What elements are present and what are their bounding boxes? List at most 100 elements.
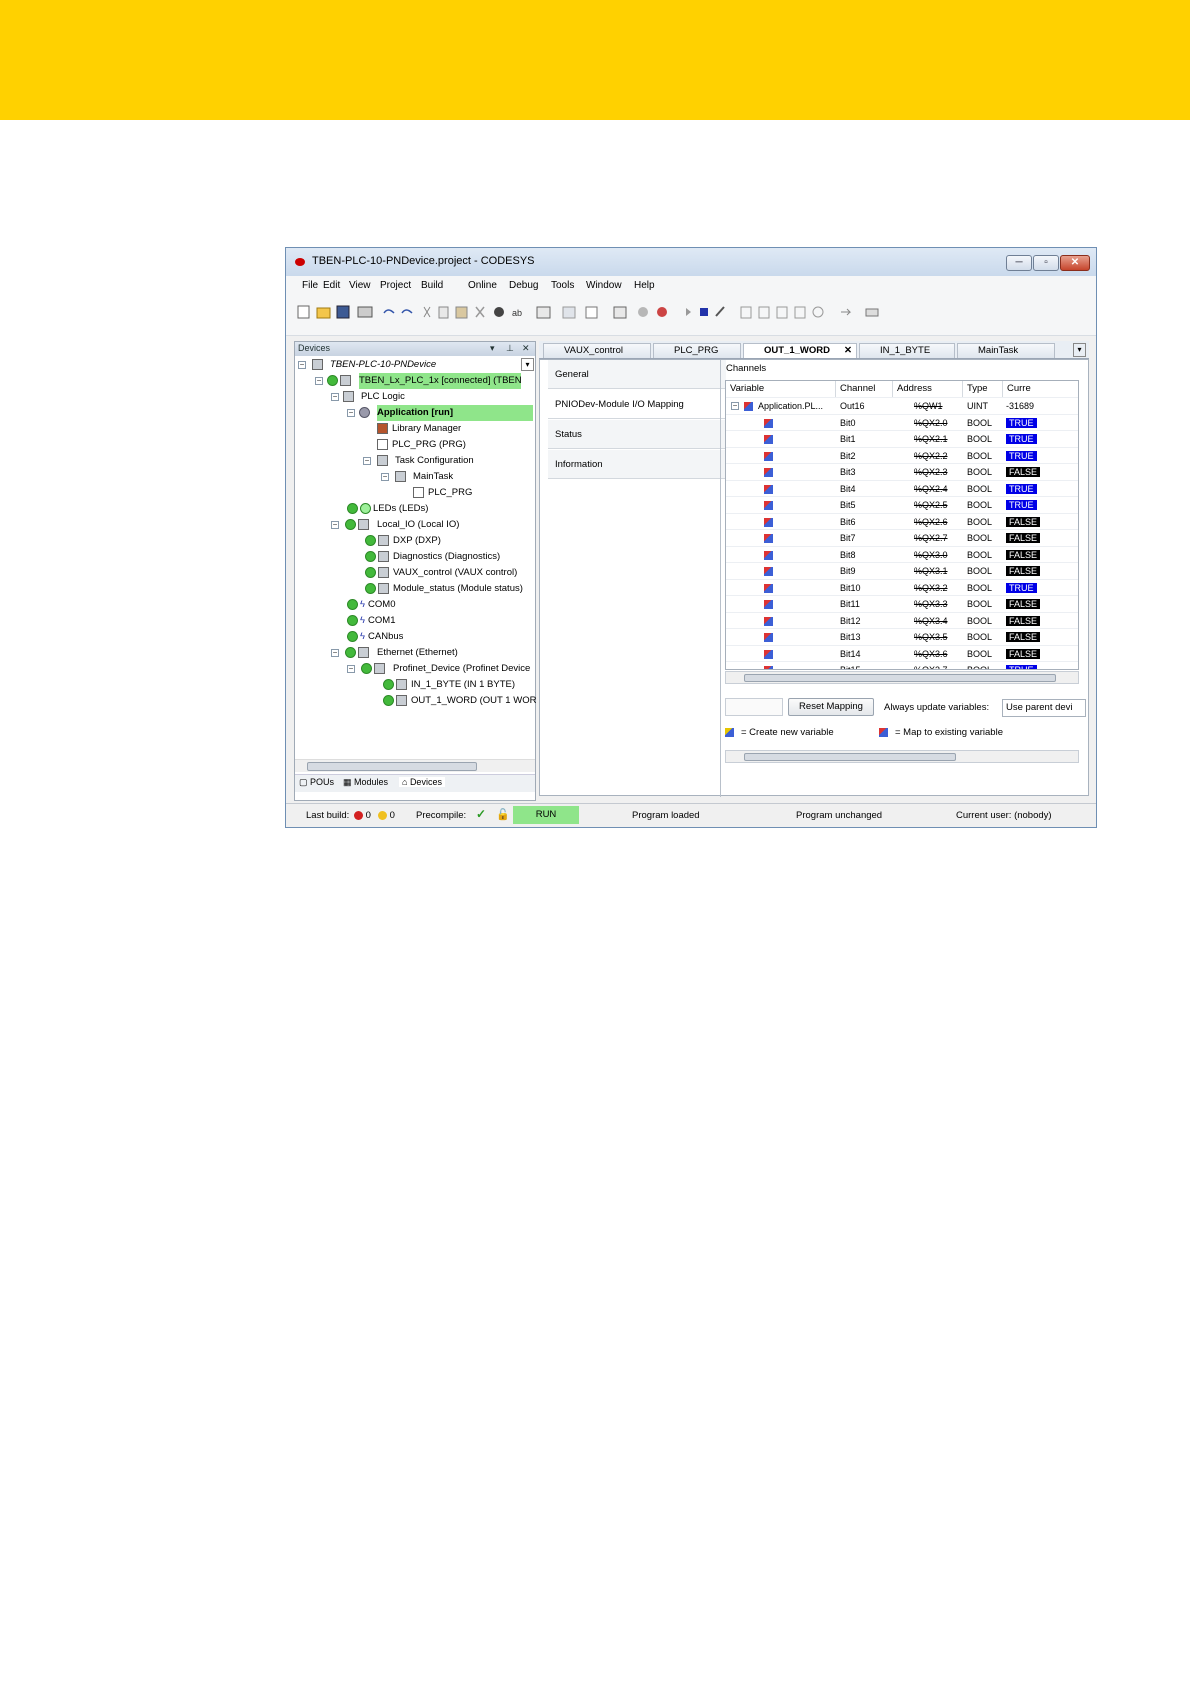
- current-value-cell[interactable]: FALSE: [1006, 464, 1041, 480]
- menu-online[interactable]: Online: [468, 280, 497, 291]
- current-value-cell[interactable]: FALSE: [1006, 613, 1041, 629]
- side-tab-io-mapping[interactable]: PNIODev-Module I/O Mapping: [548, 390, 726, 419]
- variable-cell[interactable]: Application.PL...: [758, 398, 823, 414]
- menu-debug[interactable]: Debug: [509, 280, 538, 291]
- tree-item-vaux-control[interactable]: VAUX_control (VAUX control): [365, 565, 517, 581]
- col-header-channel[interactable]: Channel: [836, 381, 893, 397]
- tab-in-1-byte[interactable]: IN_1_BYTE: [859, 343, 955, 358]
- current-value-cell[interactable]: TRUE: [1006, 497, 1037, 513]
- menu-file[interactable]: File: [302, 280, 318, 291]
- table-row[interactable]: Bit4 %QX2.4 BOOL TRUE: [726, 479, 1078, 497]
- tree-item-maintask-plc-prg[interactable]: PLC_PRG: [413, 485, 472, 501]
- tree-item-dxp[interactable]: DXP (DXP): [365, 533, 441, 549]
- map-variable-icon[interactable]: [764, 547, 773, 563]
- collapse-icon[interactable]: −: [731, 402, 739, 410]
- table-row[interactable]: Bit11 %QX3.3 BOOL FALSE: [726, 595, 1078, 612]
- reset-mapping-button[interactable]: Reset Mapping: [788, 698, 874, 716]
- tab-maintask[interactable]: MainTask: [957, 343, 1055, 358]
- tab-list-dropdown-icon[interactable]: ▾: [1073, 343, 1086, 357]
- current-value-cell[interactable]: TRUE: [1006, 481, 1037, 497]
- map-variable-icon[interactable]: [764, 481, 773, 497]
- scrollbar-thumb[interactable]: [744, 674, 1056, 682]
- menu-tools[interactable]: Tools: [551, 280, 574, 291]
- menu-project[interactable]: Project: [380, 280, 411, 291]
- map-variable-icon[interactable]: [764, 448, 773, 464]
- table-row[interactable]: Bit13 %QX3.5 BOOL FALSE: [726, 628, 1078, 645]
- col-header-address[interactable]: Address: [893, 381, 963, 397]
- menu-build[interactable]: Build: [421, 280, 443, 291]
- side-tab-status[interactable]: Status: [548, 420, 726, 449]
- map-variable-icon[interactable]: [764, 563, 773, 579]
- side-tab-information[interactable]: Information: [548, 450, 726, 479]
- tree-item-module-status[interactable]: Module_status (Module status): [365, 581, 523, 597]
- current-value-cell[interactable]: TRUE: [1006, 448, 1037, 464]
- current-value-cell[interactable]: TRUE: [1006, 580, 1037, 596]
- current-value-cell[interactable]: FALSE: [1006, 646, 1041, 662]
- map-variable-icon[interactable]: [764, 613, 773, 629]
- map-variable-icon[interactable]: [764, 629, 773, 645]
- map-variable-icon[interactable]: [764, 464, 773, 480]
- menu-view[interactable]: View: [349, 280, 371, 291]
- tree-item-leds[interactable]: LEDs (LEDs): [347, 501, 428, 517]
- lock-icon[interactable]: 🔓: [496, 808, 510, 821]
- tree-item-out-1-word[interactable]: OUT_1_WORD (OUT 1 WOR: [383, 693, 536, 709]
- map-variable-icon[interactable]: [764, 431, 773, 447]
- tree-item-com0[interactable]: ϟ COM0: [347, 597, 395, 613]
- map-variable-icon[interactable]: [764, 596, 773, 612]
- tree-item-com1[interactable]: ϟ COM1: [347, 613, 395, 629]
- current-value-cell[interactable]: TRUE: [1006, 415, 1037, 431]
- menu-edit[interactable]: Edit: [323, 280, 340, 291]
- tree-item-library-manager[interactable]: Library Manager: [377, 421, 461, 437]
- table-row[interactable]: Bit6 %QX2.6 BOOL FALSE: [726, 512, 1078, 530]
- panel-dropdown-icon[interactable]: ▾: [490, 343, 495, 354]
- tab-pous[interactable]: ▢ POUs: [299, 777, 334, 788]
- menu-window[interactable]: Window: [586, 280, 622, 291]
- current-value-cell[interactable]: FALSE: [1006, 530, 1041, 546]
- current-value-cell[interactable]: -31689: [1006, 398, 1034, 414]
- pin-icon[interactable]: ⊥: [506, 343, 514, 354]
- table-row[interactable]: Bit5 %QX2.5 BOOL TRUE: [726, 496, 1078, 513]
- map-variable-icon[interactable]: [764, 497, 773, 513]
- scrollbar-thumb[interactable]: [744, 753, 956, 761]
- maximize-button[interactable]: ▫: [1033, 255, 1059, 271]
- tree-item-canbus[interactable]: ϟ CANbus: [347, 629, 403, 645]
- table-row[interactable]: Bit2 %QX2.2 BOOL TRUE: [726, 446, 1078, 464]
- table-row[interactable]: Bit10 %QX3.2 BOOL TRUE: [726, 578, 1078, 596]
- table-row[interactable]: Bit1 %QX2.1 BOOL TRUE: [726, 430, 1078, 447]
- tree-item-in-1-byte[interactable]: IN_1_BYTE (IN 1 BYTE): [383, 677, 515, 693]
- table-row[interactable]: Bit8 %QX3.0 BOOL FALSE: [726, 545, 1078, 563]
- side-tab-general[interactable]: General: [548, 360, 726, 389]
- map-variable-icon[interactable]: [764, 530, 773, 546]
- col-header-current-value[interactable]: Curre: [1003, 381, 1078, 397]
- table-row[interactable]: Bit15 %QX3.7 BOOL TRUE: [726, 661, 1078, 669]
- table-row[interactable]: Bit0 %QX2.0 BOOL TRUE: [726, 413, 1078, 431]
- filter-field[interactable]: [725, 698, 783, 716]
- map-variable-icon[interactable]: [764, 415, 773, 431]
- current-value-cell[interactable]: TRUE: [1006, 431, 1037, 447]
- tab-devices[interactable]: ⌂ Devices: [399, 777, 445, 787]
- current-value-cell[interactable]: FALSE: [1006, 514, 1041, 530]
- tab-modules[interactable]: ▦ Modules: [343, 777, 388, 788]
- current-value-cell[interactable]: FALSE: [1006, 629, 1041, 645]
- close-button[interactable]: ✕: [1060, 255, 1090, 271]
- current-value-cell[interactable]: FALSE: [1006, 596, 1041, 612]
- current-value-cell[interactable]: FALSE: [1006, 563, 1041, 579]
- scrollbar-thumb[interactable]: [307, 762, 477, 771]
- minimize-button[interactable]: ─: [1006, 255, 1032, 271]
- panel-close-icon[interactable]: ✕: [522, 343, 530, 354]
- tab-close-icon[interactable]: ✕: [844, 344, 852, 358]
- menu-help[interactable]: Help: [634, 280, 655, 291]
- map-variable-icon[interactable]: [764, 514, 773, 530]
- grid-horizontal-scrollbar[interactable]: [725, 671, 1079, 684]
- tree-horizontal-scrollbar[interactable]: [295, 759, 535, 772]
- table-row[interactable]: Bit9 %QX3.1 BOOL FALSE: [726, 562, 1078, 579]
- panel-horizontal-scrollbar[interactable]: [725, 750, 1079, 763]
- current-value-cell[interactable]: TRUE: [1006, 662, 1037, 669]
- table-row[interactable]: Bit3 %QX2.3 BOOL FALSE: [726, 463, 1078, 480]
- map-variable-icon[interactable]: [764, 580, 773, 596]
- tab-out-1-word[interactable]: OUT_1_WORD ✕: [743, 343, 857, 358]
- map-variable-icon[interactable]: [764, 646, 773, 662]
- table-row[interactable]: Bit7 %QX2.7 BOOL FALSE: [726, 529, 1078, 546]
- col-header-type[interactable]: Type: [963, 381, 1003, 397]
- col-header-variable[interactable]: Variable: [726, 381, 836, 397]
